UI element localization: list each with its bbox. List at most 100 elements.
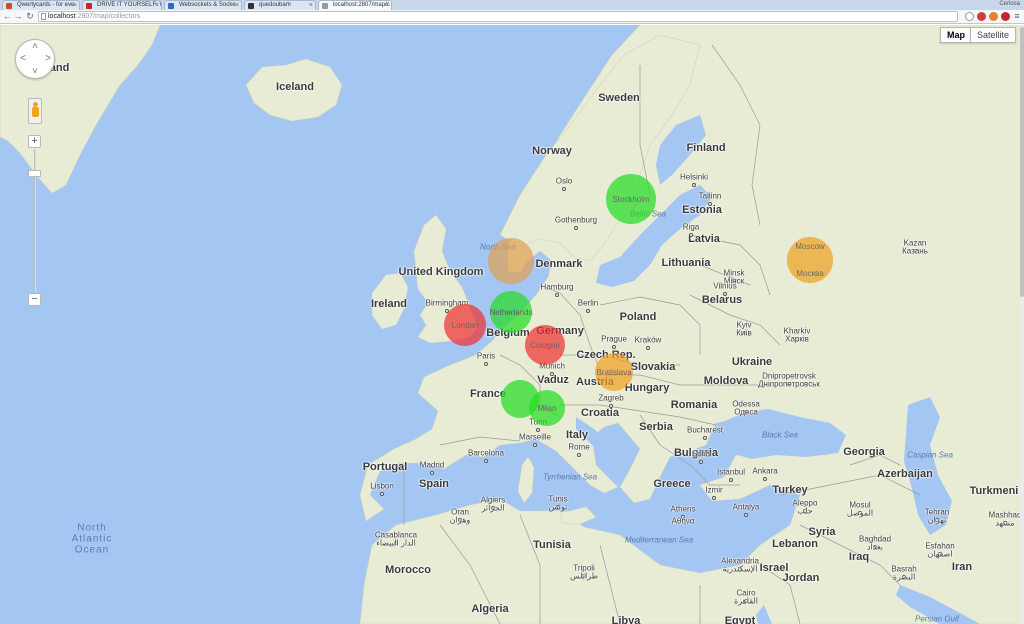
browser-tab[interactable]: localhost:2807/map/c ×: [318, 0, 392, 10]
pan-left-icon[interactable]: ˂: [18, 54, 28, 64]
city-dot: [689, 233, 693, 237]
sea-label: Persian Gulf: [914, 614, 960, 624]
pegman-body: [32, 107, 39, 117]
collector-label: Netherlands: [489, 307, 533, 317]
extension-icon[interactable]: [989, 12, 998, 21]
city-dot: [484, 459, 488, 463]
zoom-slider-thumb[interactable]: [28, 170, 41, 178]
country-label: Azerbaijan: [877, 468, 933, 480]
country-label: Tunisia: [533, 539, 571, 551]
tab-favicon-icon: [6, 3, 12, 9]
country-label: Hungary: [624, 382, 670, 394]
city-dot: [609, 404, 613, 408]
collector-marker[interactable]: Cologne: [525, 325, 565, 365]
city-label: Prague: [601, 334, 627, 344]
reload-icon[interactable]: ↻: [25, 11, 35, 22]
collector-marker[interactable]: London: [444, 304, 486, 346]
browser-toolbar: ← → ↻ localhost:2807/map/collectors ≡: [0, 10, 1024, 24]
browser-tab[interactable]: Qwertycards - for eve ×: [2, 0, 80, 10]
city-label: Istanbul: [716, 467, 746, 477]
map-canvas[interactable]: Iceland Sweden Norway Finland Estonia Latvia L…: [0, 25, 1024, 624]
tab-close-icon[interactable]: ×: [385, 1, 389, 10]
tab-title: DRIVE IT YOURSELF: W: [97, 2, 162, 8]
city-label: Izmir: [705, 485, 723, 495]
city-label: Riga: [682, 222, 700, 232]
country-label: Greece: [653, 478, 691, 490]
tab-close-icon[interactable]: ×: [155, 1, 159, 10]
zoom-in-button[interactable]: +: [28, 135, 41, 148]
city-label: Paris: [476, 351, 496, 361]
city-label: Vilnius: [713, 281, 737, 291]
city-dot: [612, 345, 616, 349]
city-dot: [646, 346, 650, 350]
window-user-label: Ceriosa: [999, 1, 1020, 7]
city-dot: [484, 362, 488, 366]
pan-control[interactable]: ˄ ˅ ˂ ˃: [15, 39, 55, 79]
pan-right-icon[interactable]: ˃: [43, 54, 53, 64]
pan-up-icon[interactable]: ˄: [30, 42, 40, 52]
browser-tab[interactable]: quedoubam ×: [244, 0, 316, 10]
city-label: الجزائر: [481, 503, 505, 513]
city-dot: [586, 309, 590, 313]
country-label: Moldova: [703, 375, 749, 387]
city-label: اصفهان: [927, 549, 953, 559]
country-label: United Kingdom: [398, 266, 484, 278]
tab-close-icon[interactable]: ×: [235, 1, 239, 10]
city-label: Berlin: [577, 298, 599, 308]
collector-label: Milan: [537, 403, 557, 413]
country-label: Poland: [619, 311, 657, 323]
country-label: Spain: [419, 478, 449, 490]
country-label: Turkey: [772, 484, 808, 496]
city-label: Sofia: [691, 449, 711, 459]
city-label: Дніпропетровськ: [758, 379, 820, 389]
country-label: Jordan: [782, 572, 820, 584]
page-scrollbar[interactable]: [1020, 25, 1024, 624]
collector-marker[interactable]: Milan: [529, 390, 565, 426]
country-label: Finland: [686, 142, 726, 154]
bookmark-star-icon[interactable]: [965, 12, 974, 21]
collector-marker[interactable]: [488, 238, 534, 284]
browser-tab[interactable]: Websockets & Socke ×: [164, 0, 242, 10]
tab-favicon-icon: [248, 3, 254, 9]
extension-icon[interactable]: [977, 12, 986, 21]
city-label: Ankara: [752, 466, 778, 476]
address-bar[interactable]: localhost:2807/map/collectors: [38, 11, 958, 22]
extension-icon[interactable]: [1001, 12, 1010, 21]
browser-tab[interactable]: DRIVE IT YOURSELF: W ×: [82, 0, 162, 10]
city-dot: [533, 443, 537, 447]
collector-marker[interactable]: Moscow Москва: [787, 237, 833, 283]
city-dot: [744, 513, 748, 517]
back-icon[interactable]: ←: [2, 11, 12, 22]
tab-title: quedoubam: [259, 2, 291, 8]
menu-icon[interactable]: ≡: [1012, 11, 1022, 22]
city-dot: [536, 428, 540, 432]
map-type-map-button[interactable]: Map: [940, 27, 972, 43]
tab-favicon-icon: [86, 3, 92, 9]
city-dot: [574, 226, 578, 230]
city-label: Kraków: [634, 335, 662, 345]
scrollbar-thumb[interactable]: [1020, 27, 1024, 297]
city-label: Αθήνα: [671, 516, 695, 526]
tab-close-icon[interactable]: ×: [309, 1, 313, 10]
city-dot: [692, 183, 696, 187]
city-dot: [729, 478, 733, 482]
city-label: البصرة: [892, 572, 916, 582]
country-label: Iraq: [848, 551, 870, 563]
sea-label: Mediterranean Sea: [624, 535, 694, 545]
street-view-pegman-icon[interactable]: [28, 98, 42, 124]
city-dot: [380, 492, 384, 496]
map-type-satellite-button[interactable]: Satellite: [970, 27, 1017, 43]
city-label: Madrid: [419, 460, 445, 470]
country-label: Syria: [808, 526, 836, 538]
collector-marker[interactable]: Bratislava: [595, 353, 633, 391]
city-label: تونس: [548, 502, 568, 512]
collector-marker[interactable]: Netherlands: [489, 291, 533, 333]
pan-down-icon[interactable]: ˅: [30, 67, 40, 77]
tab-close-icon[interactable]: ×: [73, 1, 77, 10]
forward-icon[interactable]: →: [13, 11, 23, 22]
city-label: Казань: [902, 246, 928, 256]
country-label: Iceland: [276, 81, 314, 93]
zoom-out-button[interactable]: −: [28, 293, 41, 306]
city-label: Одеса: [734, 407, 758, 417]
collector-marker[interactable]: Stockholm: [606, 174, 656, 224]
